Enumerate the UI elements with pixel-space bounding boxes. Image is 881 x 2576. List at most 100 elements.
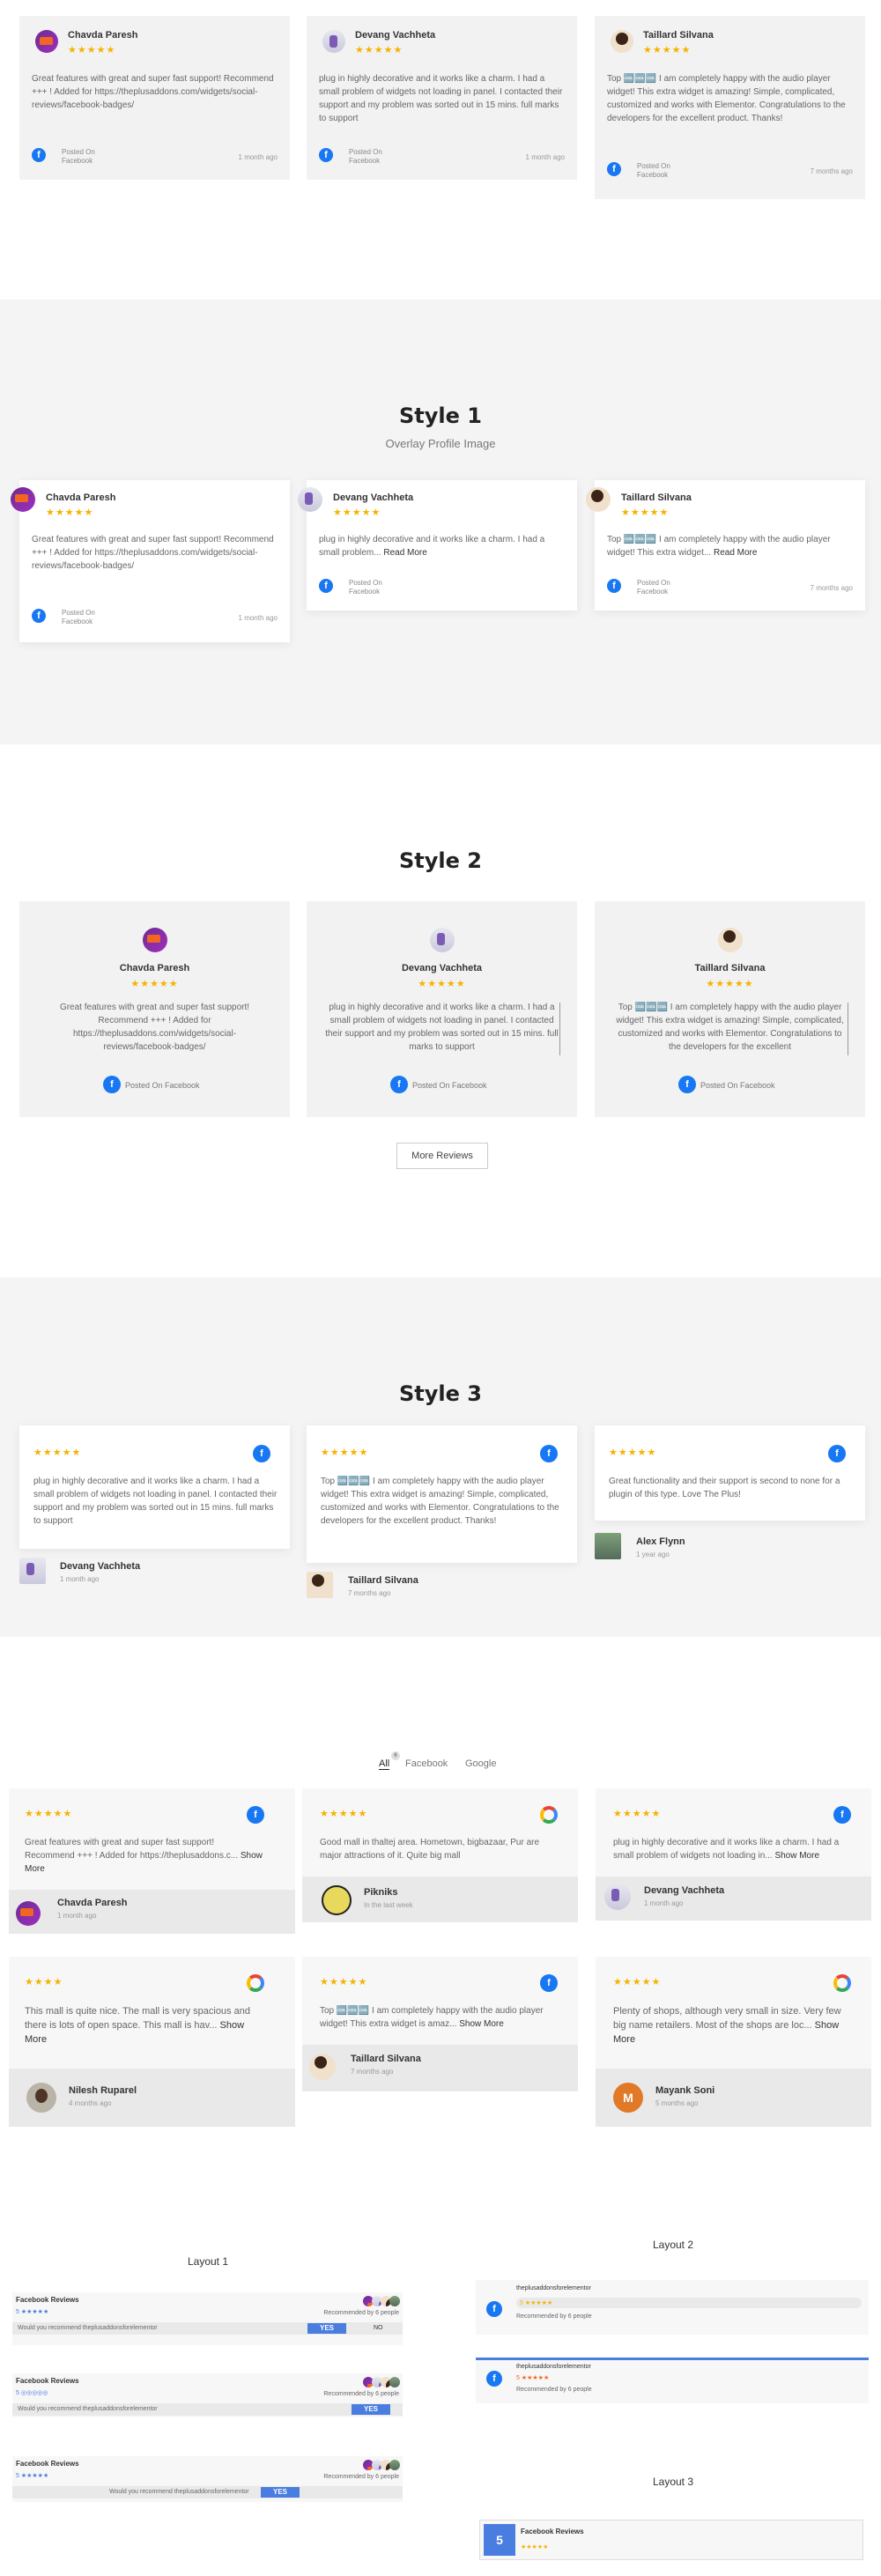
rating-stars: ★★★★★ bbox=[320, 1977, 368, 1988]
review-time: 1 month ago bbox=[644, 1899, 684, 1907]
recommended-count: Recommended by 6 people bbox=[323, 2391, 399, 2397]
top-review-section: Chavda Paresh ★★★★★ Great features with … bbox=[0, 0, 881, 220]
badges-section: Layout 1 Layout 2 Layout 3 Facebook Revi… bbox=[0, 2192, 881, 2576]
rating-stars: ★★★★★ bbox=[130, 979, 179, 989]
filter-reviews-section: All 6 Facebook Google ★★★★★ f Great feat… bbox=[0, 1637, 881, 2192]
show-more-link[interactable]: Show More bbox=[774, 1851, 819, 1861]
fb-badge-layout1-a: Facebook Reviews 5 ★★★★★ Recommended by … bbox=[12, 2292, 403, 2345]
avatar bbox=[718, 928, 743, 952]
fb-badge-layout1-c: Facebook Reviews 5 ★★★★★ Recommended by … bbox=[12, 2456, 403, 2502]
review-card: Chavda Paresh ★★★★★ Great features with … bbox=[19, 901, 290, 1117]
badge-title: Facebook Reviews bbox=[16, 2296, 79, 2304]
section-subtitle: Overlay Profile Image bbox=[385, 437, 496, 450]
review-text: Great functionality and their support is… bbox=[609, 1477, 840, 1499]
review-card: Taillard Silvana ★★★★★ Top 🆒🆒🆒 I am comp… bbox=[595, 16, 865, 199]
read-more-link[interactable]: Read More bbox=[383, 548, 426, 558]
tab-google[interactable]: Google bbox=[465, 1758, 496, 1769]
layout3-title: Layout 3 bbox=[652, 2476, 694, 2488]
review-text: Top 🆒🆒🆒 I am completely happy with the a… bbox=[321, 1477, 559, 1526]
facebook-icon: f bbox=[486, 2301, 502, 2317]
reviewer-bar bbox=[596, 1876, 871, 1921]
section-title: Style 3 bbox=[399, 1381, 482, 1406]
review-text: plug in highly decorative and it works l… bbox=[319, 535, 545, 558]
avatar: M bbox=[613, 2083, 643, 2113]
facebook-icon: f bbox=[607, 162, 621, 176]
yes-button[interactable]: YES bbox=[261, 2487, 300, 2498]
rating-stars: ★★★★★ bbox=[333, 507, 381, 518]
google-icon bbox=[540, 1806, 558, 1824]
review-text: Top 🆒🆒🆒 I am completely happy with the a… bbox=[320, 2006, 544, 2029]
no-button[interactable]: NO bbox=[374, 2325, 383, 2331]
review-text: Plenty of shops, although very small in … bbox=[613, 2006, 841, 2045]
posted-on-label: Posted On Facebook bbox=[62, 609, 95, 625]
reviewer-name: Taillard Silvana bbox=[351, 2054, 421, 2064]
reviewer-bar bbox=[302, 2045, 578, 2091]
avatar bbox=[595, 1533, 621, 1559]
rating-stars: ★★★★★ bbox=[418, 979, 466, 989]
review-time: 1 month ago bbox=[238, 153, 278, 161]
avatar bbox=[307, 1572, 333, 1598]
rating-stars: ★★★★★ bbox=[320, 1809, 368, 1819]
recommend-question: Would you recommend theplusaddonsforelem… bbox=[18, 2406, 158, 2412]
more-reviews-button[interactable]: More Reviews bbox=[396, 1143, 488, 1169]
avatar bbox=[389, 2296, 400, 2306]
reviewer-name: Mayank Soni bbox=[655, 2085, 715, 2096]
review-card: ★★★★★ Good mall in thaltej area. Hometow… bbox=[302, 1788, 578, 1922]
avatar bbox=[430, 928, 455, 952]
avatar bbox=[143, 928, 167, 952]
fb-badge-layout2-b: f theplusaddonsforelementor 5 ★★★★★ Reco… bbox=[476, 2358, 869, 2403]
facebook-icon: f bbox=[390, 1076, 408, 1093]
badge-rating: 5 ★★★★★ bbox=[16, 2473, 49, 2479]
rating-stars: ★★★★★ bbox=[355, 45, 403, 56]
review-text: Great features with great and super fast… bbox=[59, 1003, 250, 1052]
avatar bbox=[389, 2460, 400, 2470]
badge-title: Facebook Reviews bbox=[521, 2528, 584, 2535]
reviewer-name: Chavda Paresh bbox=[68, 30, 138, 41]
tab-facebook[interactable]: Facebook bbox=[405, 1758, 448, 1769]
rating-stars: ★★★★★ bbox=[643, 45, 692, 56]
posted-on-label: Posted On Facebook bbox=[62, 148, 95, 165]
posted-on-label: Posted On Facebook bbox=[637, 162, 670, 179]
facebook-icon: f bbox=[32, 148, 46, 162]
reviewer-name: Alex Flynn bbox=[636, 1536, 685, 1547]
tab-all-count: 6 bbox=[391, 1751, 400, 1760]
yes-button[interactable]: YES bbox=[352, 2404, 390, 2415]
rating-stars: ★★★★★ bbox=[46, 507, 94, 518]
read-more-link[interactable]: Read More bbox=[714, 548, 757, 558]
style2-section: Style 2 Chavda Paresh ★★★★★ Great featur… bbox=[0, 744, 881, 1277]
reviewer-name: Devang Vachheta bbox=[644, 1885, 725, 1896]
badge-title: Facebook Reviews bbox=[16, 2460, 79, 2468]
tab-all[interactable]: All bbox=[379, 1758, 390, 1770]
avatar bbox=[389, 2377, 400, 2387]
reviewer-name: Devang Vachheta bbox=[355, 30, 436, 41]
review-text: plug in highly decorative and it works l… bbox=[319, 74, 563, 123]
reviewer-name: Nilesh Ruparel bbox=[69, 2085, 137, 2096]
reviewer-name: Taillard Silvana bbox=[621, 492, 692, 503]
posted-on-facebook: Posted On Facebook bbox=[700, 1081, 775, 1090]
style3-section: Style 3 ★★★★★ f plug in highly decorativ… bbox=[0, 1277, 881, 1637]
facebook-icon: f bbox=[540, 1974, 558, 1992]
posted-on-label: Posted On Facebook bbox=[637, 579, 670, 596]
review-text: Great features with great and super fast… bbox=[32, 535, 274, 571]
facebook-icon: f bbox=[247, 1806, 264, 1824]
facebook-icon: f bbox=[678, 1076, 696, 1093]
yes-button[interactable]: YES bbox=[307, 2323, 346, 2334]
badge-title: Facebook Reviews bbox=[16, 2377, 79, 2385]
facebook-icon: f bbox=[253, 1445, 270, 1462]
section-title: Style 2 bbox=[399, 848, 482, 873]
fb-badge-layout1-b: Facebook Reviews 5 ◎◎◎◎◎ Recommended by … bbox=[12, 2373, 403, 2417]
show-more-link[interactable]: Show More bbox=[459, 2019, 504, 2029]
review-text: Great features with great and super fast… bbox=[25, 1838, 263, 1874]
facebook-icon: f bbox=[833, 1806, 851, 1824]
avatar bbox=[604, 1884, 631, 1910]
posted-on-label: Posted On Facebook bbox=[349, 148, 382, 165]
scrollbar[interactable] bbox=[559, 1003, 560, 1055]
review-card: ★★★★★ f plug in highly decorative and it… bbox=[19, 1425, 290, 1549]
badge-stars: ★★★★★ bbox=[521, 2544, 549, 2550]
review-card: ★★★★ This mall is quite nice. The mall i… bbox=[9, 1957, 295, 2127]
review-text: Top 🆒🆒🆒 I am completely happy with the a… bbox=[607, 535, 831, 558]
review-text: Good mall in thaltej area. Hometown, big… bbox=[320, 1838, 540, 1861]
facebook-icon: f bbox=[103, 1076, 121, 1093]
reviewer-name: Chavda Paresh bbox=[46, 492, 116, 503]
badge-rating: 5 ◎◎◎◎◎ bbox=[16, 2390, 48, 2396]
